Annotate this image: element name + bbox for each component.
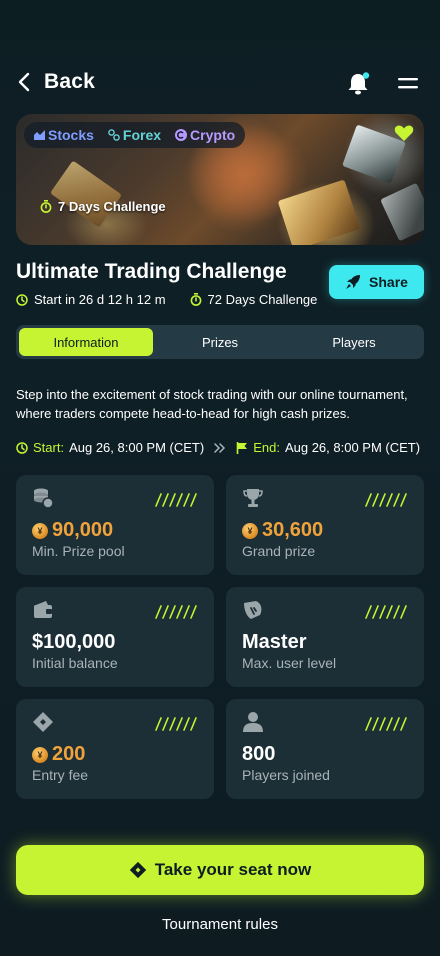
stat-card-initial-balance: $100,000 Initial balance xyxy=(16,587,214,687)
date-range: Start: Aug 26, 8:00 PM (CET) End: Aug 26… xyxy=(16,440,420,455)
end-value: Aug 26, 8:00 PM (CET) xyxy=(284,440,421,455)
challenge-meta: Start in 26 d 12 h 12 m 72 Days Challeng… xyxy=(16,292,317,307)
timer-icon xyxy=(190,293,201,306)
stat-card-grand-prize: ¥30,600 Grand prize xyxy=(226,475,424,575)
stripes-decor xyxy=(365,493,407,507)
ticket-icon xyxy=(129,861,146,879)
double-chevron-right-icon xyxy=(214,442,226,453)
stat-value: ¥30,600 xyxy=(242,519,323,542)
rocket-icon xyxy=(346,275,361,289)
chip-label: Crypto xyxy=(190,127,236,143)
gold-bar-decor xyxy=(49,160,123,228)
start-countdown-text: Start in 26 d 12 h 12 m xyxy=(34,292,166,307)
timer-icon xyxy=(40,200,52,213)
coin-icon: ¥ xyxy=(32,522,48,539)
market-chips: Stocks Forex Crypto xyxy=(24,122,246,148)
chip-label: Stocks xyxy=(48,127,94,143)
take-seat-label: Take your seat now xyxy=(154,860,312,879)
stat-label: Players joined xyxy=(242,767,330,783)
chip-stocks[interactable]: Stocks xyxy=(34,127,94,143)
stat-value: Master xyxy=(242,631,307,653)
stat-card-entry-fee: ¥200 Entry fee xyxy=(16,699,214,799)
stripes-decor xyxy=(155,717,197,731)
stat-card-prize-pool: ¥90,000 Min. Prize pool xyxy=(16,475,214,575)
stat-label: Initial balance xyxy=(32,655,118,671)
stat-label: Entry fee xyxy=(32,767,89,783)
challenge-title: Ultimate Trading Challenge xyxy=(16,260,287,283)
chevron-left-icon xyxy=(18,72,30,92)
stat-value: $100,000 xyxy=(32,631,116,653)
coin-icon: ¥ xyxy=(32,746,48,763)
start-value: Aug 26, 8:00 PM (CET) xyxy=(69,440,205,455)
tab-players[interactable]: Players xyxy=(287,328,421,356)
chip-forex[interactable]: Forex xyxy=(108,127,161,143)
tab-prizes[interactable]: Prizes xyxy=(153,328,287,356)
start-countdown: Start in 26 d 12 h 12 m xyxy=(16,292,166,307)
tab-information[interactable]: Information xyxy=(19,328,153,356)
flag-icon xyxy=(236,441,248,454)
challenge-description: Step into the excitement of stock tradin… xyxy=(16,387,408,421)
stripes-decor xyxy=(155,493,197,507)
start-label: Start: xyxy=(33,440,65,455)
chart-icon xyxy=(34,130,45,140)
back-label: Back xyxy=(44,70,96,93)
hero-banner: Stocks Forex Crypto 7 Days Challenge xyxy=(16,114,424,245)
trophy-icon xyxy=(243,489,263,507)
stat-label: Grand prize xyxy=(242,543,316,559)
end-label: End: xyxy=(253,440,280,455)
stat-value: 800 xyxy=(242,743,276,765)
share-label: Share xyxy=(369,274,408,290)
exchange-icon xyxy=(108,129,120,141)
stat-value: ¥90,000 xyxy=(32,519,113,542)
heart-icon[interactable] xyxy=(394,124,414,142)
crypto-coin-icon xyxy=(175,129,188,141)
coins-icon xyxy=(34,488,54,509)
stat-label: Max. user level xyxy=(242,655,337,671)
ticket-icon xyxy=(33,712,53,732)
take-seat-button[interactable]: Take your seat now xyxy=(16,845,424,895)
stat-value: ¥200 xyxy=(32,743,85,766)
stripes-decor xyxy=(365,717,407,731)
tab-bar: Information Prizes Players xyxy=(16,325,424,359)
hero-duration: 7 Days Challenge xyxy=(40,199,166,214)
stat-label: Min. Prize pool xyxy=(32,543,125,559)
challenge-duration-text: 72 Days Challenge xyxy=(207,292,318,307)
clock-icon xyxy=(16,441,28,454)
silver-block-decor xyxy=(380,182,424,242)
challenge-duration: 72 Days Challenge xyxy=(190,292,318,307)
back-button[interactable]: Back xyxy=(18,70,95,94)
clock-icon xyxy=(16,293,28,306)
user-icon xyxy=(243,712,263,732)
top-bar: Back xyxy=(0,62,440,106)
chip-label: Forex xyxy=(122,127,162,143)
bell-icon[interactable] xyxy=(346,71,372,97)
stat-card-players: 800 Players joined xyxy=(226,699,424,799)
share-button[interactable]: Share xyxy=(329,265,424,299)
stripes-decor xyxy=(365,605,407,619)
wallet-icon xyxy=(34,601,52,618)
level-icon xyxy=(244,601,262,619)
coin-icon: ¥ xyxy=(242,522,258,539)
stripes-decor xyxy=(155,605,197,619)
stat-card-user-level: Master Max. user level xyxy=(226,587,424,687)
hero-duration-label: 7 Days Challenge xyxy=(58,199,166,214)
menu-icon[interactable] xyxy=(398,76,418,92)
tournament-rules-link[interactable]: Tournament rules xyxy=(0,916,440,933)
chip-crypto[interactable]: Crypto xyxy=(175,127,235,143)
